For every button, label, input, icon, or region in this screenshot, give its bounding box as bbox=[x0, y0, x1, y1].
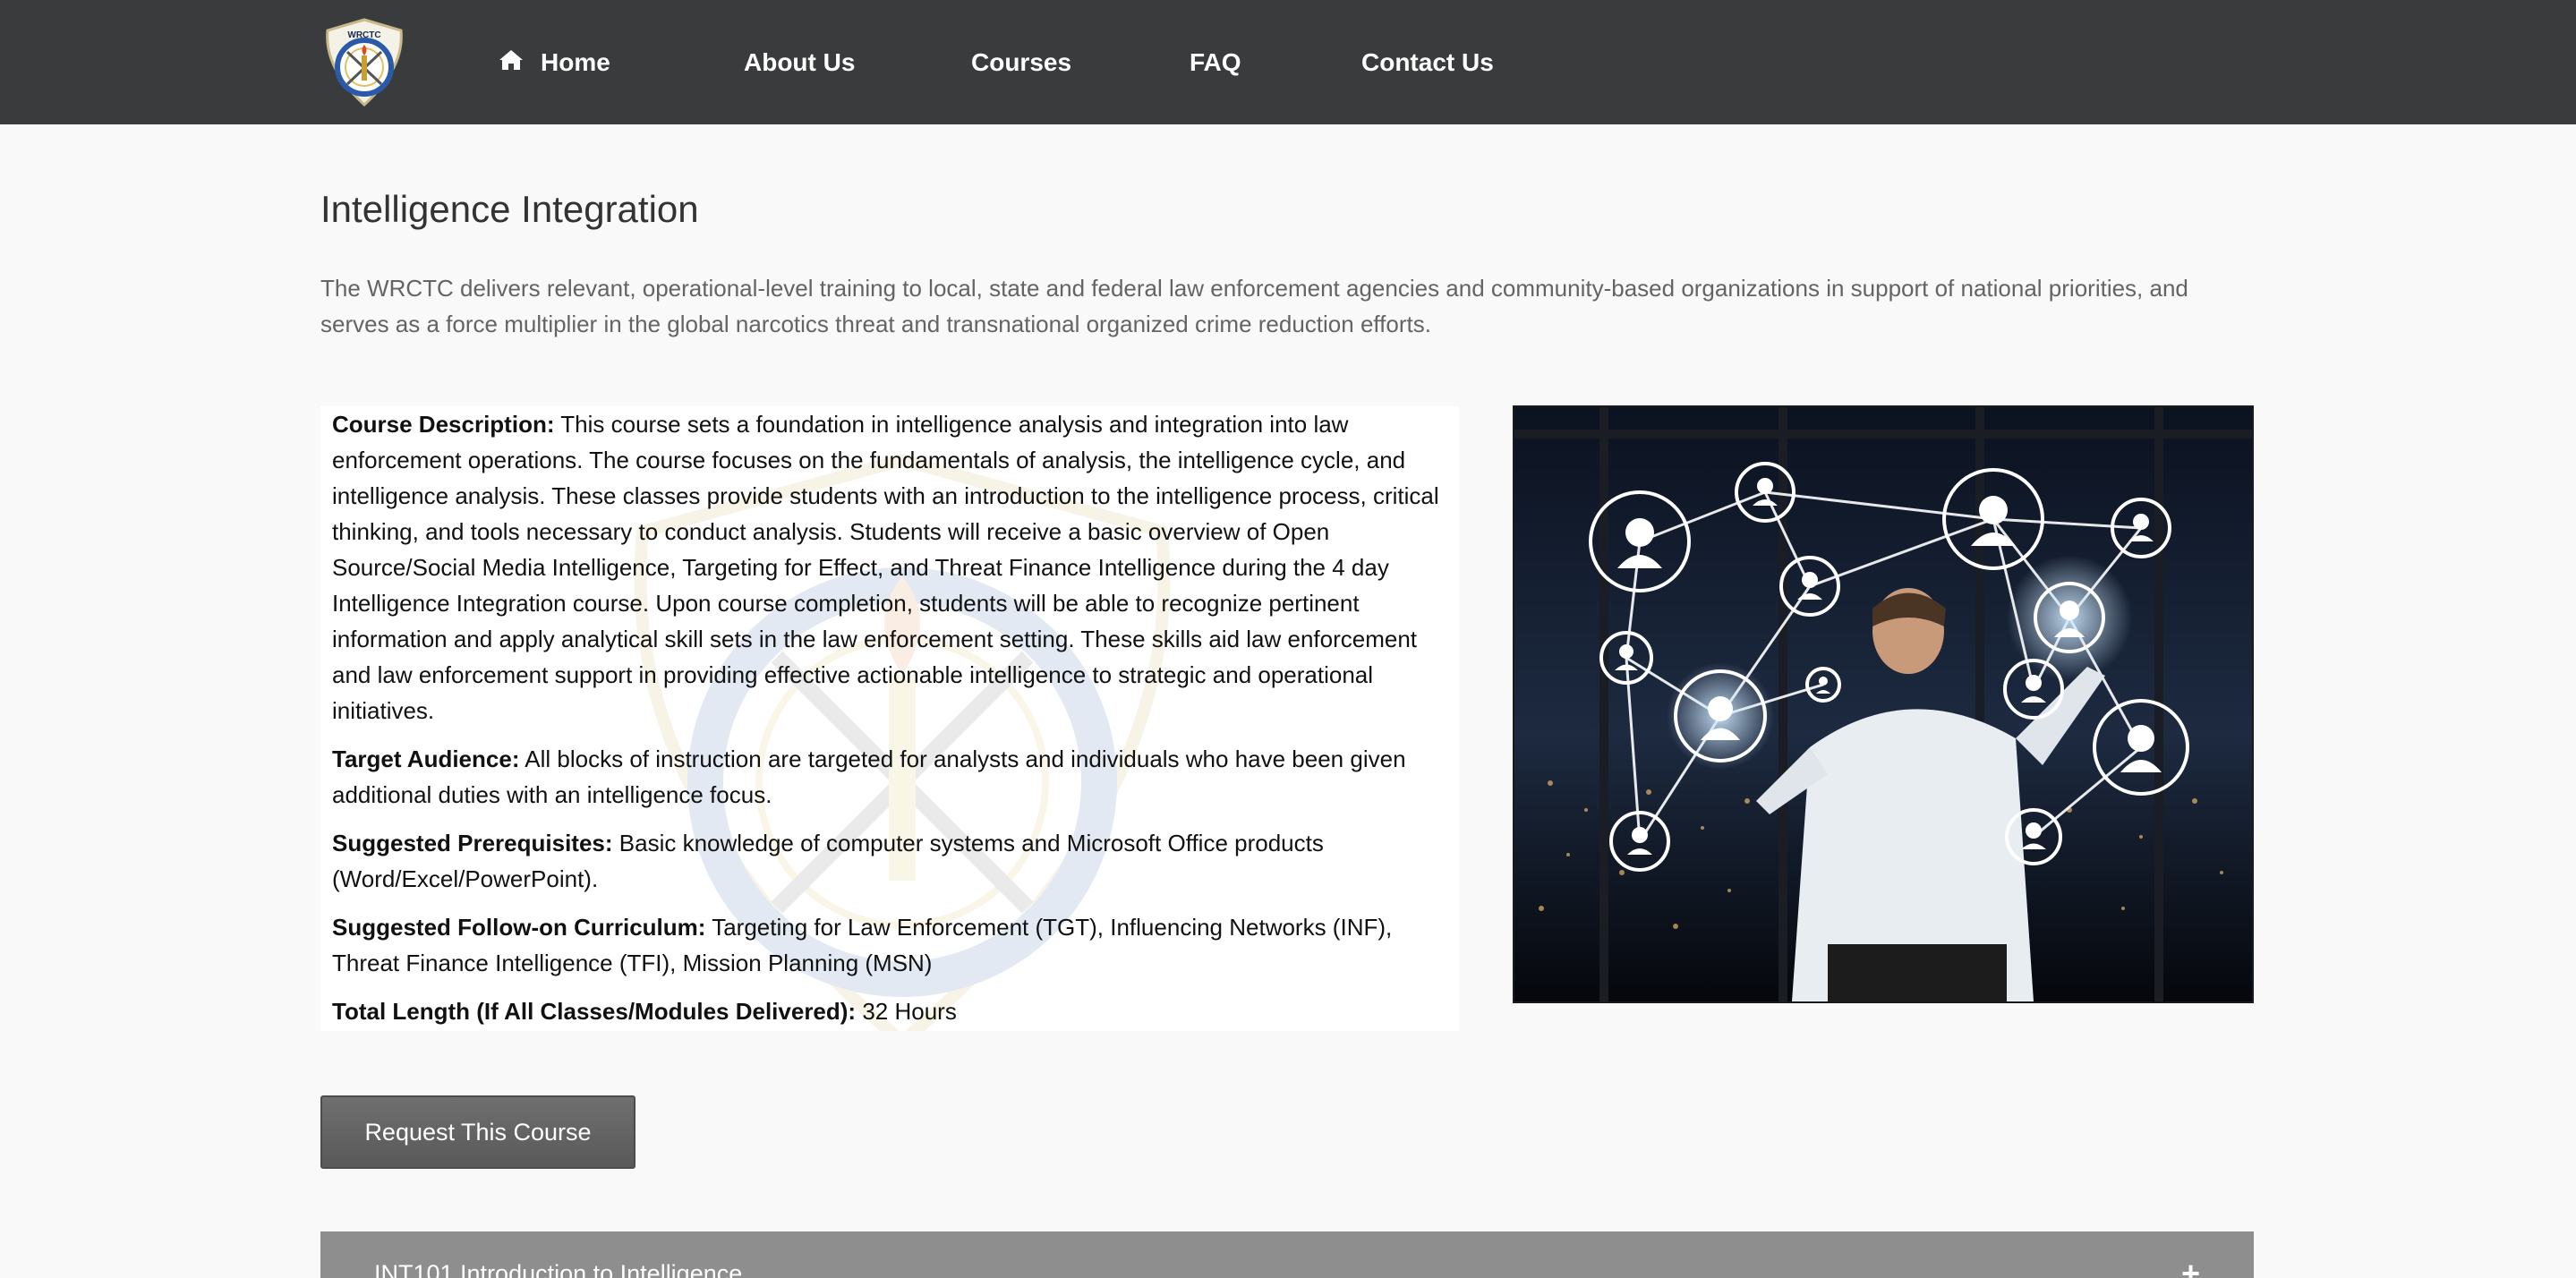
suggested-prerequisites: Suggested Prerequisites: Basic knowledge… bbox=[332, 825, 1442, 897]
home-icon bbox=[499, 50, 523, 70]
logo-text: WRCTC bbox=[347, 30, 380, 40]
total-length: Total Length (If All Classes/Modules Del… bbox=[332, 993, 1442, 1029]
description-label: Course Description: bbox=[332, 411, 555, 438]
nav-home-label: Home bbox=[541, 48, 610, 76]
course-description-card: Course Description: This course sets a f… bbox=[320, 406, 1459, 1031]
accordion-int101[interactable]: INT101 Introduction to Intelligence + bbox=[320, 1231, 2254, 1278]
expand-plus-icon[interactable]: + bbox=[2181, 1255, 2200, 1278]
nav-contact-us[interactable]: Contact Us bbox=[1361, 45, 1494, 81]
course-details: Course Description: This course sets a f… bbox=[332, 406, 1442, 1031]
network-illustration bbox=[1514, 407, 2252, 1001]
accordion-title: INT101 Introduction to Intelligence bbox=[374, 1260, 743, 1278]
top-navbar: WRCTC Home About Us Courses FAQ Contact … bbox=[0, 0, 2576, 124]
description-text: This course sets a foundation in intelli… bbox=[332, 411, 1439, 724]
hero-image bbox=[1513, 405, 2254, 1003]
request-course-button[interactable]: Request This Course bbox=[320, 1095, 635, 1169]
nav-home[interactable]: Home bbox=[498, 45, 610, 81]
prereq-label: Suggested Prerequisites: bbox=[332, 830, 613, 856]
intro-paragraph: The WRCTC delivers relevant, operational… bbox=[320, 275, 2188, 337]
page-title: Intelligence Integration bbox=[320, 188, 699, 230]
target-audience: Target Audience: All blocks of instructi… bbox=[332, 741, 1442, 813]
length-text: 32 Hours bbox=[862, 998, 957, 1025]
wrctc-logo[interactable]: WRCTC bbox=[319, 18, 410, 107]
nav-about-us[interactable]: About Us bbox=[744, 45, 855, 81]
length-label: Total Length (If All Classes/Modules Del… bbox=[332, 998, 857, 1025]
followon-label: Suggested Follow-on Curriculum: bbox=[332, 914, 706, 941]
nav-faq[interactable]: FAQ bbox=[1190, 45, 1241, 81]
course-description: Course Description: This course sets a f… bbox=[332, 406, 1442, 728]
suggested-followon: Suggested Follow-on Curriculum: Targetin… bbox=[332, 909, 1442, 981]
audience-label: Target Audience: bbox=[332, 746, 520, 772]
nav-courses[interactable]: Courses bbox=[971, 45, 1071, 81]
